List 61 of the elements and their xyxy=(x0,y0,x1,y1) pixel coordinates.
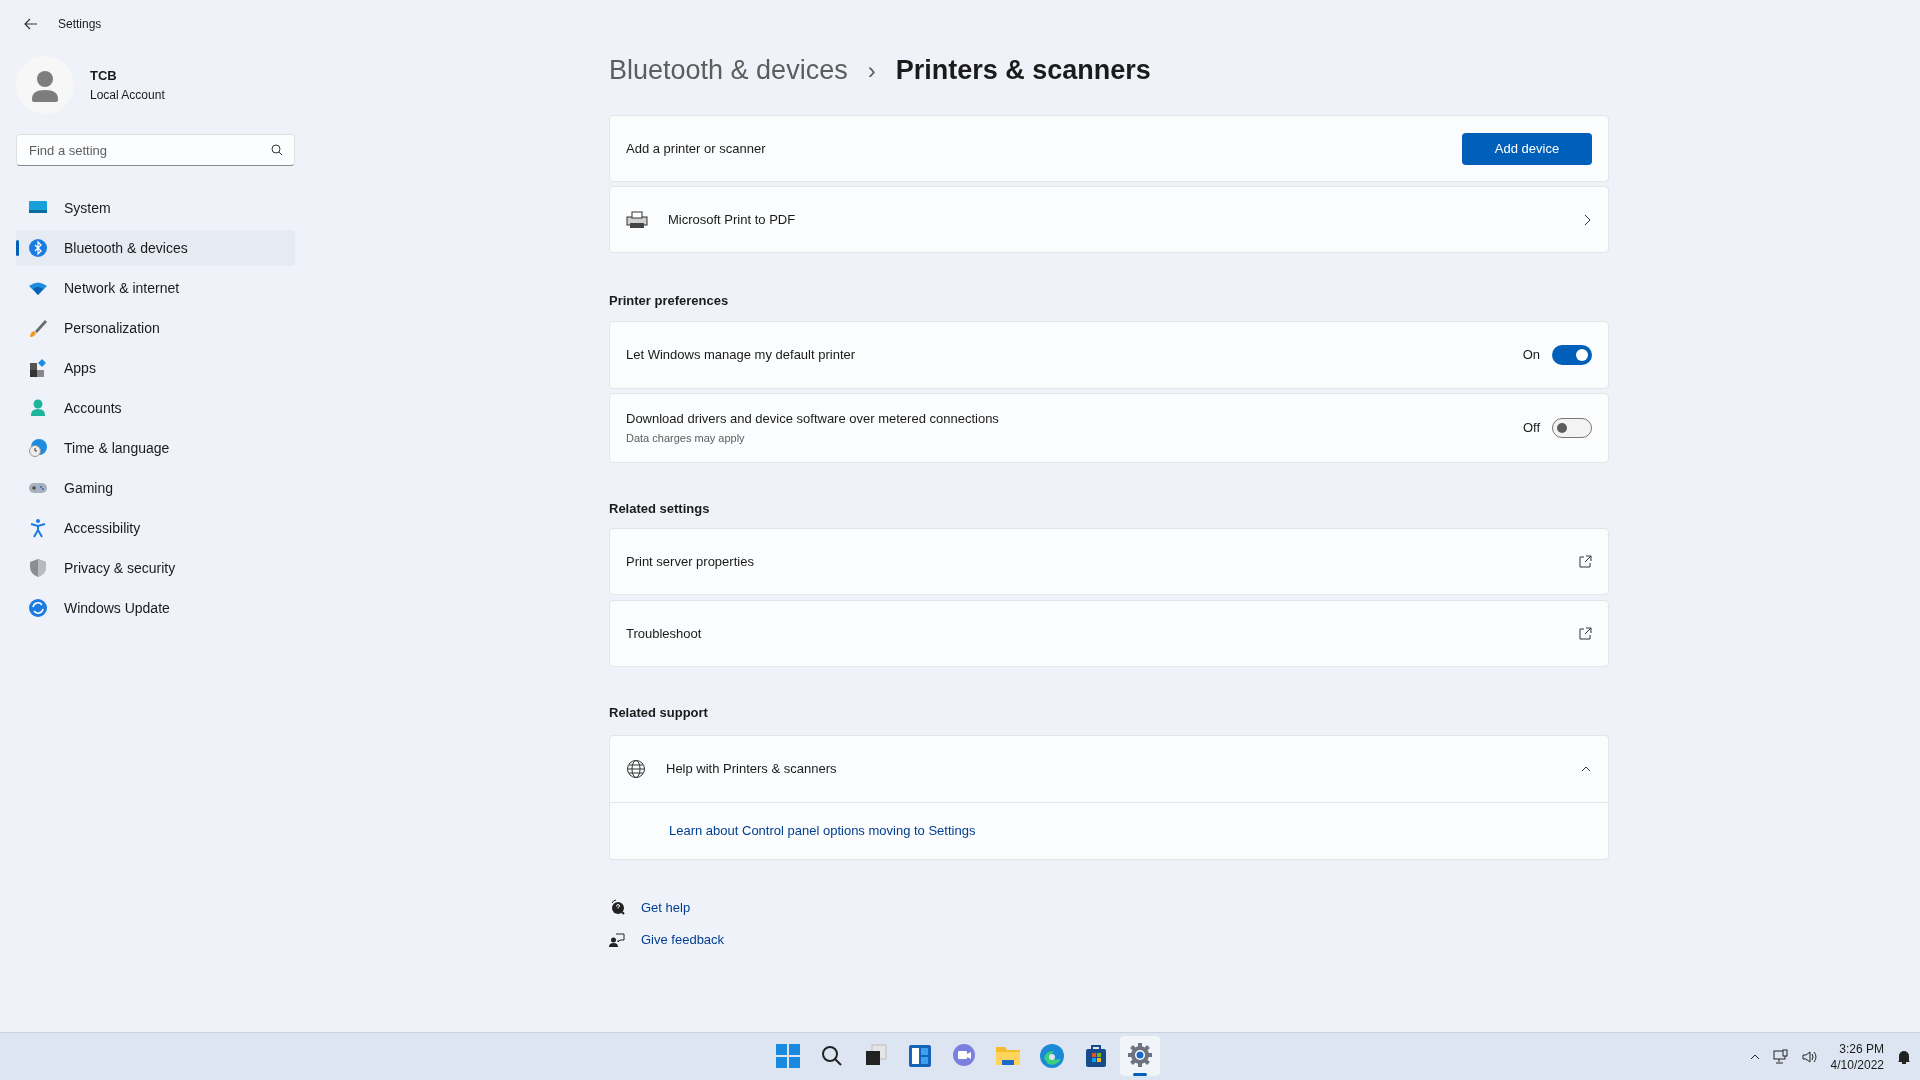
sidebar-item[interactable]: Privacy & security xyxy=(16,550,295,586)
person-icon xyxy=(28,398,48,418)
account-type: Local Account xyxy=(90,86,165,104)
apps-icon xyxy=(28,358,48,378)
section-heading: Related settings xyxy=(609,499,711,518)
section-heading: Printer preferences xyxy=(609,292,730,310)
setting-label: Download drivers and device software over metered connections xyxy=(626,409,1000,428)
setting-description: Data charges may apply xyxy=(626,431,746,446)
sidebar-item[interactable]: Windows Update xyxy=(16,590,295,626)
sidebar-item[interactable]: Accessibility xyxy=(16,510,295,546)
clock-date[interactable]: 4/10/2022 xyxy=(1830,1056,1884,1073)
sidebar-item[interactable]: Gaming xyxy=(16,470,295,506)
external-link-icon xyxy=(1578,554,1592,569)
avatar-icon xyxy=(16,56,74,114)
network-icon[interactable] xyxy=(1772,1048,1789,1065)
breadcrumb-link[interactable]: Bluetooth & devices xyxy=(609,50,848,91)
feedback-icon xyxy=(609,931,625,948)
accessibility-icon xyxy=(28,518,48,538)
help-expander[interactable]: Help with Printers & scanners xyxy=(609,734,1609,803)
sidebar-item[interactable]: Network & internet xyxy=(16,270,295,306)
breadcrumb-separator: › xyxy=(867,55,876,86)
clock-time[interactable]: 3:26 PM xyxy=(1839,1040,1884,1057)
help-icon xyxy=(609,899,625,916)
setting-label: Let Windows manage my default printer xyxy=(626,345,857,364)
toggle-switch[interactable] xyxy=(1552,417,1592,438)
globe-icon xyxy=(626,758,646,779)
shield-icon xyxy=(28,558,48,578)
help-link[interactable]: Learn about Control panel options moving to Settings xyxy=(669,820,976,841)
chevron-right-icon xyxy=(1582,213,1592,226)
notification-icon[interactable] xyxy=(1896,1048,1912,1065)
search-field[interactable]: Find a setting xyxy=(16,134,295,166)
footer-link[interactable]: Get help xyxy=(641,897,691,917)
printer-icon xyxy=(626,210,648,229)
brush-icon xyxy=(28,318,48,338)
sync-icon xyxy=(28,598,48,618)
search-icon[interactable] xyxy=(271,144,283,156)
bluetooth-icon xyxy=(28,238,48,258)
link-card[interactable]: Print server properties xyxy=(609,528,1609,595)
account-name: TCB xyxy=(90,67,118,86)
globe-clock-icon xyxy=(28,438,48,458)
window-title: Settings xyxy=(58,16,102,33)
toggle-state: Off xyxy=(1522,418,1540,437)
volume-icon[interactable] xyxy=(1800,1048,1819,1065)
section-heading: Related support xyxy=(609,704,709,722)
sidebar-item[interactable]: Time & language xyxy=(16,430,295,466)
printer-card[interactable]: Microsoft Print to PDF xyxy=(609,186,1609,253)
page-title: Printers & scanners xyxy=(895,54,1151,88)
selection-indicator xyxy=(16,240,19,256)
toggle-state: On xyxy=(1522,345,1540,364)
toggle-switch[interactable] xyxy=(1552,344,1592,365)
sidebar-item[interactable]: System xyxy=(16,190,295,226)
external-link-icon xyxy=(1578,626,1592,641)
sidebar-item[interactable]: Personalization xyxy=(16,310,295,346)
sidebar-item[interactable]: Apps xyxy=(16,350,295,386)
add-device-button[interactable]: Add device xyxy=(1462,132,1592,165)
back-icon[interactable] xyxy=(24,17,38,31)
footer-link[interactable]: Give feedback xyxy=(641,930,725,950)
link-card[interactable]: Troubleshoot xyxy=(609,600,1609,667)
sidebar-item[interactable]: Bluetooth & devices xyxy=(16,230,295,266)
add-printer-label: Add a printer or scanner xyxy=(626,139,767,158)
sidebar-item[interactable]: Accounts xyxy=(16,390,295,426)
